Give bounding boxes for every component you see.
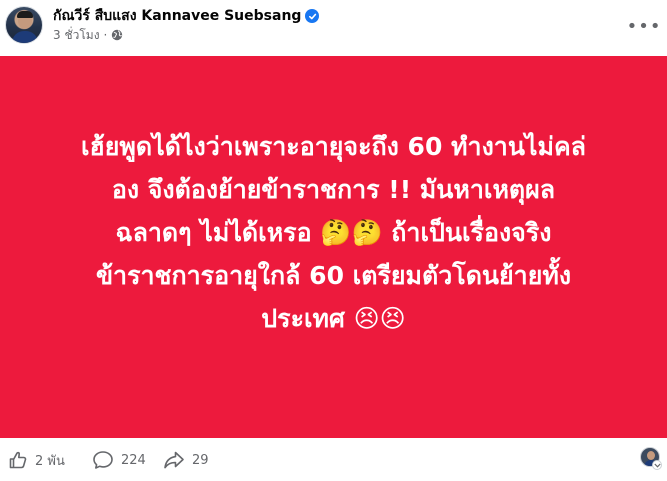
post-header: กัณวีร์ สืบแสง Kannavee Suebsang 3 ชั่วโ… — [0, 0, 667, 56]
banner-text: เฮ้ยพูดได้ไงว่าเพราะอายุจะถึง 60 ทำงานไม… — [29, 125, 639, 340]
banner-line: ข้าราชการอายุใกล้ 60 เตรียมตัวโดนย้ายทั้… — [95, 260, 572, 290]
post-meta: 3 ชั่วโมง · — [53, 27, 123, 43]
banner-line: ประเทศ 😣😣 — [261, 303, 406, 333]
comment-icon — [92, 450, 114, 470]
post-action-bar: 2 พัน 224 29 — [0, 438, 667, 481]
share-count: 29 — [192, 452, 209, 468]
comment-button[interactable]: 224 — [92, 449, 146, 471]
author-avatar[interactable] — [5, 6, 43, 44]
share-button[interactable]: 29 — [163, 449, 209, 471]
post-timestamp[interactable]: 3 ชั่วโมง — [53, 26, 100, 45]
chevron-down-icon[interactable] — [652, 460, 662, 470]
banner-line: ฉลาดๆ ไม่ได้เหรอ 🤔🤔 ถ้าเป็นเรื่องจริง — [115, 217, 552, 247]
author-row: กัณวีร์ สืบแสง Kannavee Suebsang — [53, 5, 320, 27]
post-text-banner: เฮ้ยพูดได้ไงว่าเพราะอายุจะถึง 60 ทำงานไม… — [0, 56, 667, 438]
meta-separator: · — [103, 28, 108, 42]
share-icon — [163, 450, 185, 470]
globe-icon[interactable] — [111, 29, 123, 41]
comment-count: 224 — [121, 452, 146, 468]
like-count: 2 พัน — [35, 453, 65, 469]
banner-line: เฮ้ยพูดได้ไงว่าเพราะอายุจะถึง 60 ทำงานไม… — [80, 131, 587, 161]
author-name[interactable]: กัณวีร์ สืบแสง Kannavee Suebsang — [53, 5, 301, 27]
more-options-icon: ••• — [626, 15, 662, 37]
verified-badge-icon — [305, 9, 320, 23]
like-icon — [8, 450, 28, 470]
like-button[interactable]: 2 พัน — [8, 449, 65, 471]
more-options-button[interactable]: ••• — [627, 11, 661, 41]
banner-line: อง จึงต้องย้ายข้าราชการ !! มันหาเหตุผล — [111, 174, 556, 204]
